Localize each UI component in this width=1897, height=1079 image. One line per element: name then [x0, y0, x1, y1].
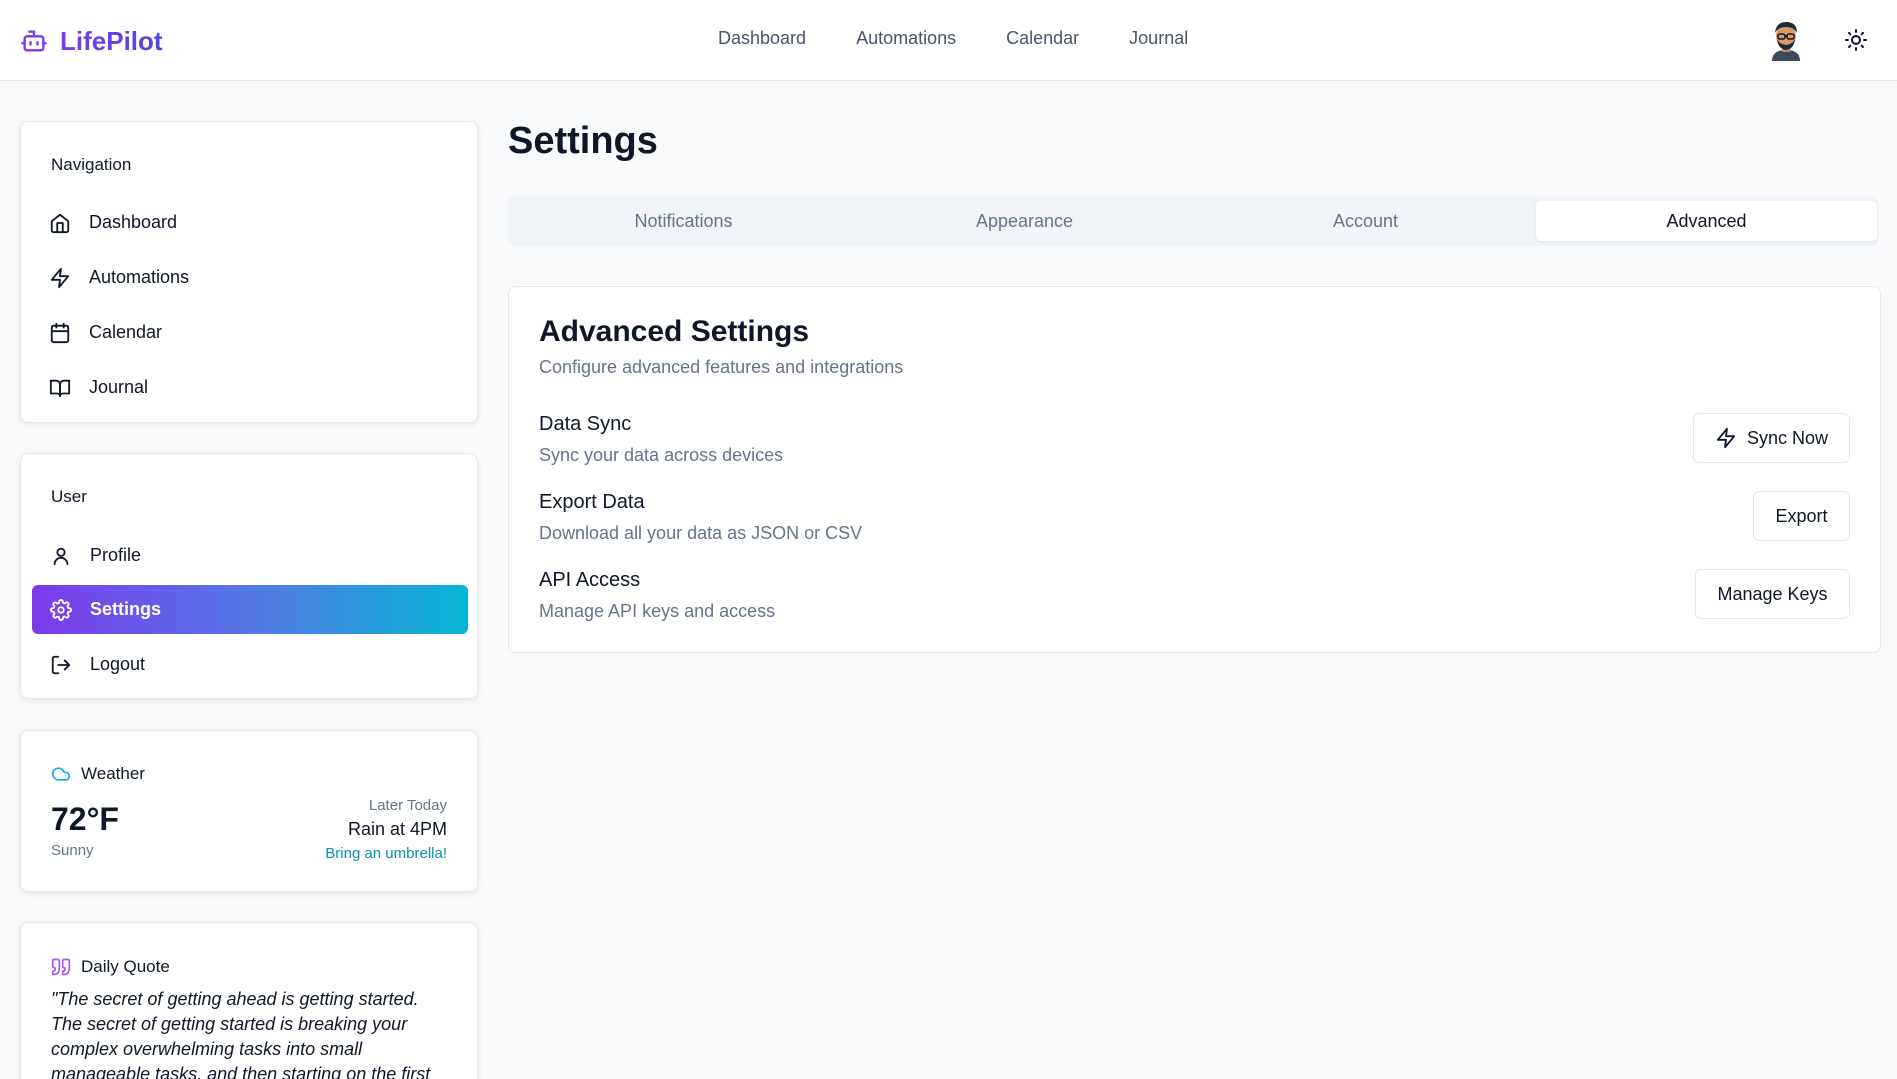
- quote-text: "The secret of getting ahead is getting …: [51, 989, 431, 1079]
- settings-tabs: Notifications Appearance Account Advance…: [508, 196, 1878, 246]
- tab-notifications[interactable]: Notifications: [513, 201, 854, 241]
- gear-icon: [50, 598, 72, 621]
- topnav-calendar[interactable]: Calendar: [1006, 28, 1079, 49]
- sidebar-item-label: Calendar: [89, 322, 163, 342]
- top-navigation: Dashboard Automations Calendar Journal: [718, 28, 1188, 49]
- tab-appearance[interactable]: Appearance: [854, 201, 1195, 241]
- user-title: User: [51, 487, 87, 506]
- weather-later-label: Later Today: [368, 797, 447, 814]
- export-button[interactable]: Export: [1753, 491, 1850, 541]
- export-label: Export: [1775, 505, 1828, 526]
- manage-keys-button[interactable]: Manage Keys: [1695, 569, 1850, 619]
- sidebar-item-settings[interactable]: Settings: [32, 585, 468, 634]
- lightning-icon: [1716, 427, 1736, 449]
- top-bar: LifePilot Dashboard Automations Calendar…: [0, 0, 1897, 81]
- sidebar-item-journal[interactable]: Journal: [31, 363, 467, 412]
- api-access-title: API Access: [539, 569, 641, 591]
- api-access-description: Manage API keys and access: [539, 601, 776, 621]
- navigation-card-items: Dashboard Automations Calendar Journal: [20, 121, 478, 423]
- sidebar-item-logout[interactable]: Logout: [32, 640, 468, 689]
- sun-icon[interactable]: [1844, 28, 1868, 52]
- book-icon: [49, 379, 71, 397]
- weather-forecast: Rain at 4PM: [347, 819, 447, 839]
- topnav-dashboard[interactable]: Dashboard: [718, 28, 806, 49]
- topnav-journal[interactable]: Journal: [1129, 28, 1188, 49]
- logout-icon: [51, 655, 71, 674]
- export-data-title: Export Data: [539, 491, 645, 513]
- card-subtitle: Configure advanced features and integrat…: [539, 357, 904, 377]
- avatar[interactable]: [1766, 19, 1806, 61]
- sidebar-item-label: Profile: [90, 545, 142, 565]
- tab-advanced[interactable]: Advanced: [1536, 201, 1877, 241]
- sidebar-item-automations[interactable]: Automations: [31, 253, 467, 302]
- cloud-icon: [51, 767, 71, 781]
- weather-card: Weather 72°F Sunny Later Today Rain at 4…: [20, 730, 478, 892]
- quote-icon: [51, 958, 71, 976]
- data-sync-description: Sync your data across devices: [539, 445, 784, 465]
- lightning-icon: [50, 267, 70, 288]
- sidebar-item-calendar[interactable]: Calendar: [31, 308, 467, 357]
- sidebar-item-label: Journal: [89, 377, 149, 397]
- quote-title: Daily Quote: [81, 957, 170, 976]
- card-title: Advanced Settings: [539, 315, 810, 348]
- manage-keys-label: Manage Keys: [1717, 583, 1828, 604]
- advanced-settings-card: Advanced Settings Configure advanced fea…: [508, 286, 1881, 653]
- brand-name: LifePilot: [60, 25, 163, 56]
- weather-tip: Bring an umbrella!: [325, 845, 447, 862]
- sidebar-item-label: Automations: [89, 267, 190, 287]
- weather-condition: Sunny: [51, 842, 94, 859]
- user-card: User Profile Settings Logout: [20, 453, 478, 699]
- quote-card: Daily Quote "The secret of getting ahead…: [20, 922, 478, 1079]
- user-icon: [53, 547, 69, 565]
- sidebar-item-label: Dashboard: [89, 212, 178, 232]
- robot-icon: [21, 30, 47, 52]
- sidebar-item-label: Logout: [90, 654, 146, 674]
- home-icon: [50, 213, 70, 233]
- sync-now-button[interactable]: Sync Now: [1693, 413, 1850, 463]
- page-title: Settings: [508, 120, 658, 162]
- export-data-description: Download all your data as JSON or CSV: [539, 523, 863, 543]
- data-sync-title: Data Sync: [539, 413, 632, 435]
- calendar-icon: [50, 322, 70, 343]
- brand[interactable]: LifePilot: [20, 24, 163, 58]
- sync-now-label: Sync Now: [1746, 427, 1829, 448]
- weather-temperature: 72°F: [51, 801, 119, 837]
- sidebar-item-profile[interactable]: Profile: [32, 531, 468, 580]
- weather-title: Weather: [81, 764, 145, 783]
- topnav-automations[interactable]: Automations: [856, 28, 956, 49]
- sidebar-item-dashboard[interactable]: Dashboard: [31, 198, 467, 247]
- quote-header: Daily Quote: [51, 957, 170, 977]
- weather-header: Weather: [51, 764, 145, 784]
- tab-account[interactable]: Account: [1195, 201, 1536, 241]
- sidebar-item-label: Settings: [90, 599, 162, 619]
